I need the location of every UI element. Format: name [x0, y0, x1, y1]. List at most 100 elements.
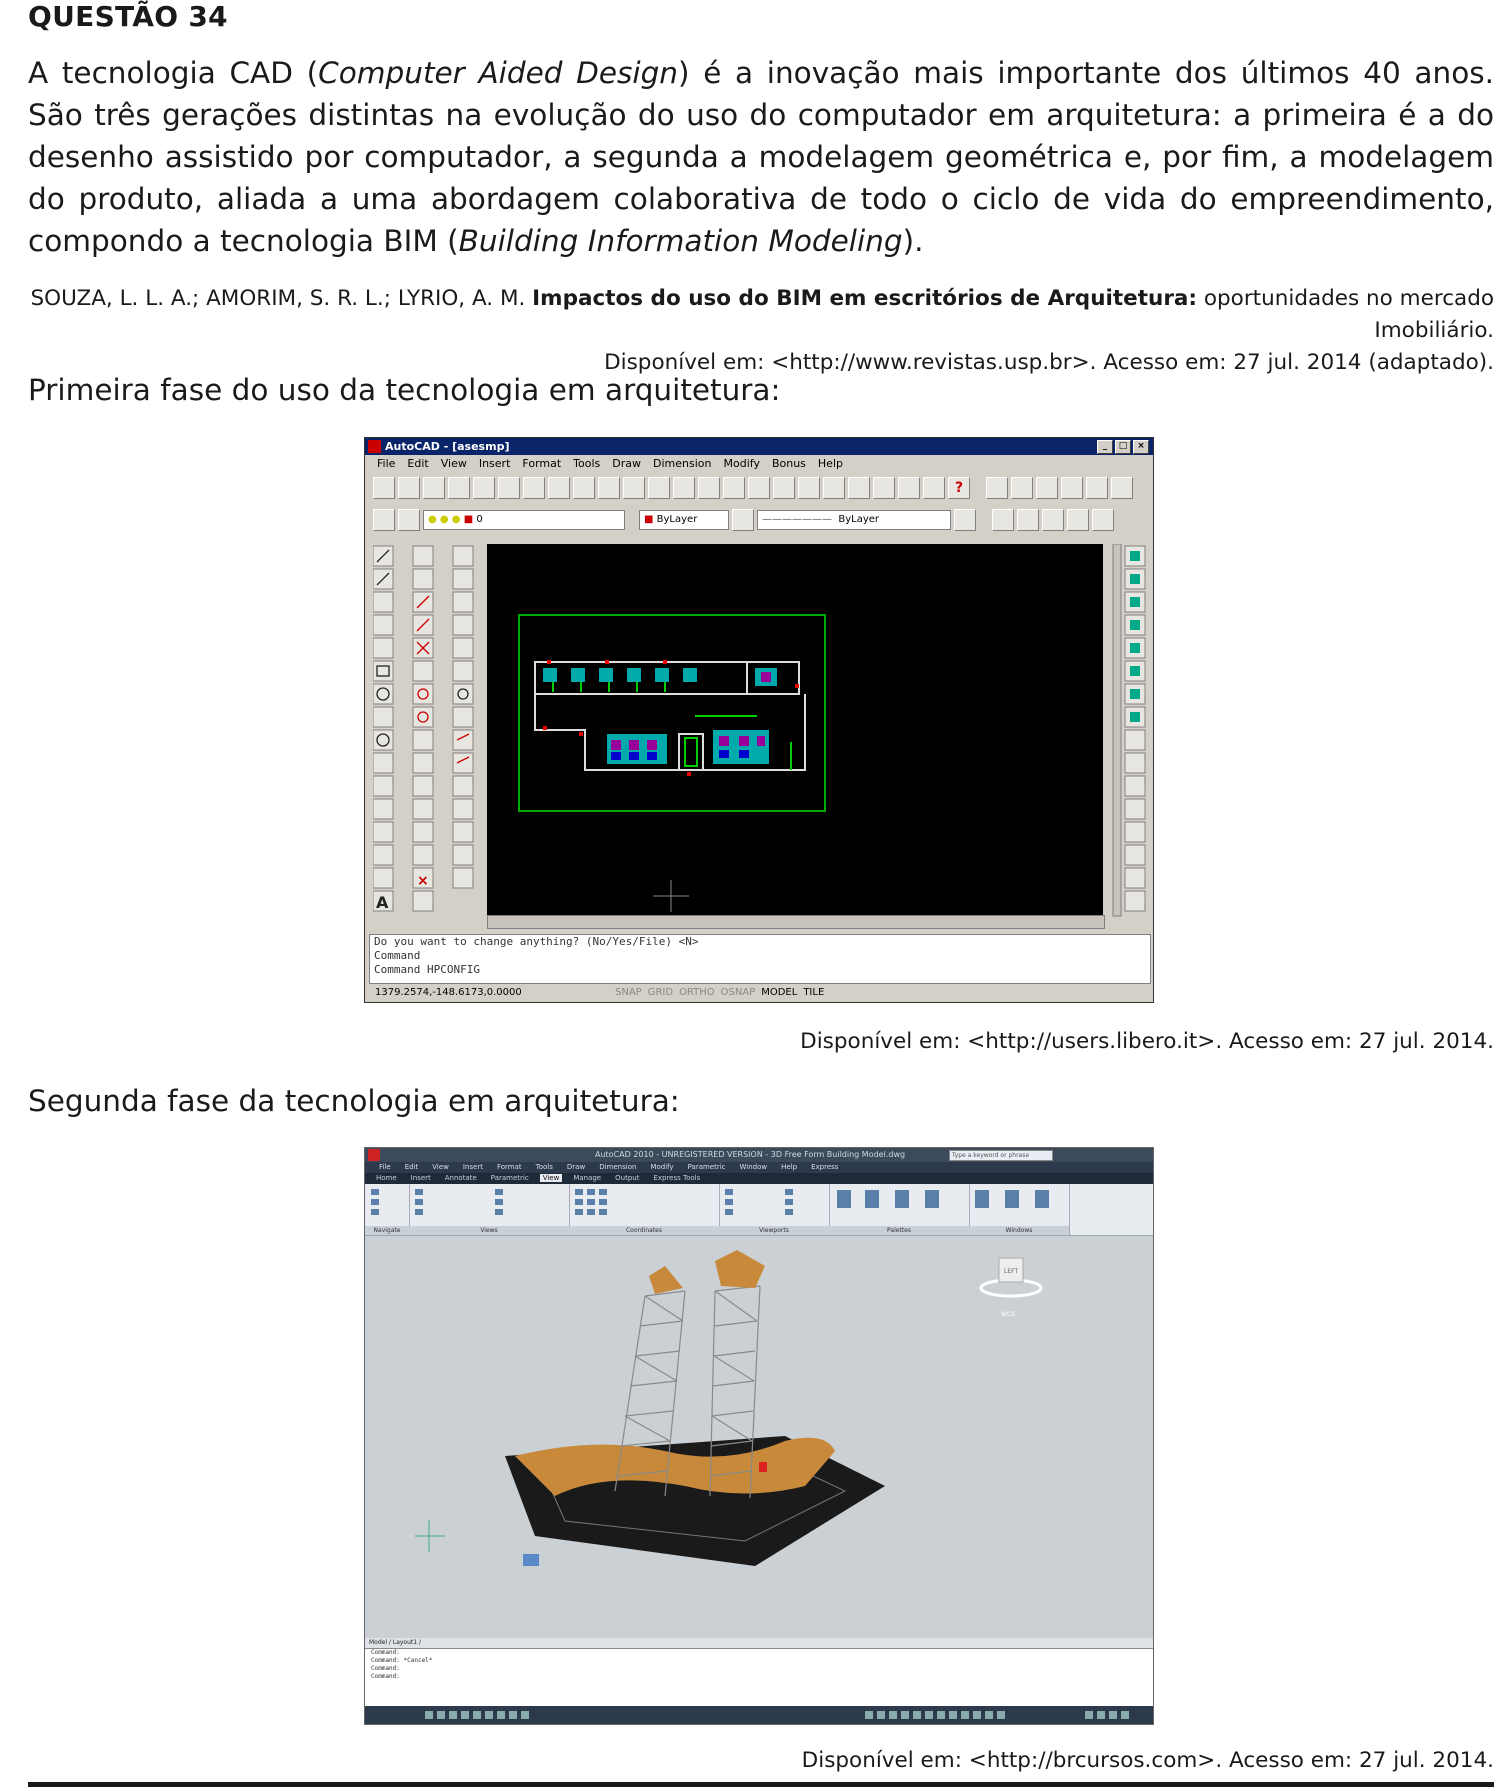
menu-modify[interactable]: Modify — [724, 457, 760, 470]
ribbon-icons[interactable] — [365, 1184, 1069, 1226]
tool-icon[interactable] — [1042, 509, 1064, 531]
tab-insert[interactable]: Insert — [408, 1174, 434, 1182]
3d-viewport[interactable]: LEFT WCS — [365, 1236, 1153, 1638]
snap-toggle[interactable]: SNAP — [615, 984, 642, 1002]
maximize-button[interactable]: □ — [1115, 440, 1131, 454]
ortho-toggle[interactable]: ORTHO — [679, 984, 715, 1002]
tool-icon[interactable] — [1017, 509, 1039, 531]
layer-manager-icon[interactable] — [373, 509, 395, 531]
properties-icon[interactable] — [773, 477, 795, 499]
layout-tabs[interactable]: Model / Layout1 / — [365, 1638, 1153, 1648]
tool-icon[interactable] — [1061, 477, 1083, 499]
menu-view[interactable]: View — [441, 457, 467, 470]
redo-icon[interactable] — [648, 477, 670, 499]
color-combo[interactable]: ■ ByLayer — [639, 510, 729, 530]
tool-icon[interactable] — [1011, 477, 1033, 499]
pan-icon[interactable] — [848, 477, 870, 499]
tab-output[interactable]: Output — [612, 1174, 642, 1182]
menu-file[interactable]: File — [377, 457, 395, 470]
drawing-canvas[interactable] — [487, 544, 1103, 915]
bibliographic-reference: SOUZA, L. L. A.; AMORIM, S. R. L.; LYRIO… — [28, 283, 1494, 379]
menu-dimension[interactable]: Dimension — [653, 457, 711, 470]
osnap-toggle[interactable]: OSNAP — [721, 984, 756, 1002]
preview-icon[interactable] — [473, 477, 495, 499]
tab-home[interactable]: Home — [373, 1174, 400, 1182]
menu-format[interactable]: Format — [497, 1163, 522, 1171]
menu-file[interactable]: File — [379, 1163, 391, 1171]
menu-edit[interactable]: Edit — [407, 457, 428, 470]
right-toolbar-icons[interactable] — [1109, 543, 1149, 924]
copy-icon[interactable] — [548, 477, 570, 499]
menu-bonus[interactable]: Bonus — [772, 457, 806, 470]
cut-icon[interactable] — [523, 477, 545, 499]
reference-authors: SOUZA, L. L. A.; AMORIM, S. R. L.; LYRIO… — [30, 286, 533, 311]
svg-text:×: × — [417, 873, 429, 889]
spell-icon[interactable] — [498, 477, 520, 499]
save-icon[interactable] — [423, 477, 445, 499]
snap-icon[interactable] — [698, 477, 720, 499]
menu-express[interactable]: Express — [811, 1163, 838, 1171]
minimize-button[interactable]: _ — [1097, 440, 1113, 454]
tool-icon[interactable] — [1036, 477, 1058, 499]
help-icon[interactable]: ? — [948, 477, 970, 499]
svg-text:A: A — [376, 893, 389, 912]
layer-previous-icon[interactable] — [398, 509, 420, 531]
tab-annotate[interactable]: Annotate — [442, 1174, 480, 1182]
menu-dimension[interactable]: Dimension — [599, 1163, 636, 1171]
ucs-icon[interactable] — [723, 477, 745, 499]
menu-help[interactable]: Help — [781, 1163, 797, 1171]
lineweight-icon[interactable] — [732, 509, 754, 531]
menu-edit[interactable]: Edit — [405, 1163, 419, 1171]
vertical-scrollbar[interactable] — [1112, 543, 1122, 917]
model-toggle[interactable]: MODEL — [761, 984, 797, 1002]
tool-icon[interactable] — [986, 477, 1008, 499]
menu-draw[interactable]: Draw — [612, 457, 641, 470]
layer-combo[interactable]: ● ● ● ■ 0 — [423, 510, 625, 530]
menu-view[interactable]: View — [432, 1163, 449, 1171]
paste-icon[interactable] — [573, 477, 595, 499]
new-icon[interactable] — [373, 477, 395, 499]
tile-toggle[interactable]: TILE — [803, 984, 824, 1002]
tab-view[interactable]: View — [539, 1174, 563, 1182]
draw-toolbar-icons[interactable]: A × — [372, 544, 483, 924]
command-window[interactable]: Command: Command: *Cancel* Command: Comm… — [365, 1648, 1153, 1707]
command-window[interactable]: Do you want to change anything? (No/Yes/… — [369, 934, 1151, 984]
menu-tools[interactable]: Tools — [536, 1163, 553, 1171]
help-search-input[interactable]: Type a keyword or phrase — [949, 1150, 1053, 1161]
menu-tools[interactable]: Tools — [573, 457, 600, 470]
reference-subtitle: oportunidades no mercado Imobiliário. — [1197, 286, 1494, 343]
zoom-window-icon[interactable] — [898, 477, 920, 499]
close-button[interactable]: × — [1133, 440, 1149, 454]
zoom-previous-icon[interactable] — [923, 477, 945, 499]
match-icon[interactable] — [598, 477, 620, 499]
hyperlink-icon[interactable] — [673, 477, 695, 499]
menu-format[interactable]: Format — [522, 457, 561, 470]
undo-icon[interactable] — [623, 477, 645, 499]
tab-parametric[interactable]: Parametric — [488, 1174, 532, 1182]
plot-style-icon[interactable] — [954, 509, 976, 531]
dbconnect-icon[interactable] — [823, 477, 845, 499]
tool-icon[interactable] — [1086, 477, 1108, 499]
grid-toggle[interactable]: GRID — [648, 984, 673, 1002]
design-center-icon[interactable] — [798, 477, 820, 499]
zoom-realtime-icon[interactable] — [873, 477, 895, 499]
menu-parametric[interactable]: Parametric — [688, 1163, 726, 1171]
tool-icon[interactable] — [1092, 509, 1114, 531]
open-icon[interactable] — [398, 477, 420, 499]
menu-draw[interactable]: Draw — [567, 1163, 585, 1171]
linetype-combo[interactable]: ——————— ByLayer — [757, 510, 951, 530]
menu-modify[interactable]: Modify — [650, 1163, 673, 1171]
print-icon[interactable] — [448, 477, 470, 499]
tool-icon[interactable] — [1111, 477, 1133, 499]
tool-icon[interactable] — [1067, 509, 1089, 531]
inquiry-icon[interactable] — [748, 477, 770, 499]
menu-insert[interactable]: Insert — [463, 1163, 483, 1171]
status-icons[interactable] — [365, 1706, 1153, 1724]
menu-window[interactable]: Window — [740, 1163, 768, 1171]
menu-insert[interactable]: Insert — [479, 457, 511, 470]
tab-express-tools[interactable]: Express Tools — [650, 1174, 703, 1182]
tool-icon[interactable] — [992, 509, 1014, 531]
tab-manage[interactable]: Manage — [570, 1174, 604, 1182]
horizontal-scrollbar[interactable] — [487, 915, 1105, 929]
menu-help[interactable]: Help — [818, 457, 843, 470]
